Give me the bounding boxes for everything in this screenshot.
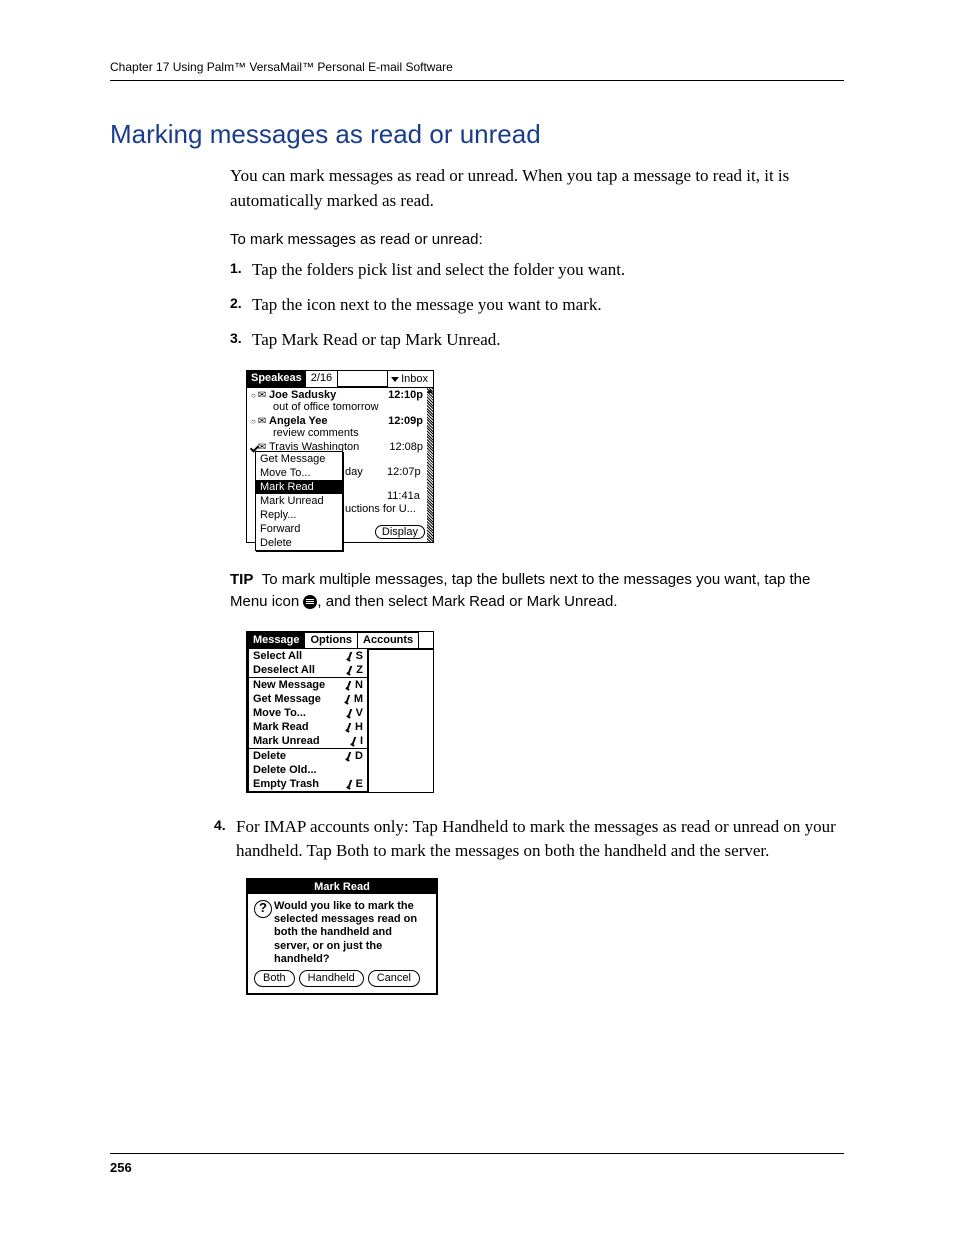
step-4: 4. For IMAP accounts only: Tap Handheld … xyxy=(214,815,844,864)
running-header: Chapter 17 Using Palm™ VersaMail™ Person… xyxy=(110,60,844,81)
folder-picklist[interactable]: Inbox xyxy=(387,371,433,387)
step-1: 1. Tap the folders pick list and select … xyxy=(230,258,844,283)
step-3: 3. Tap Mark Read or tap Mark Unread. xyxy=(230,328,844,353)
procedure-heading: To mark messages as read or unread: xyxy=(230,231,844,248)
menu-item-new-message[interactable]: New MessageN xyxy=(249,678,367,692)
message-subject: uctions for U... xyxy=(345,503,416,515)
message-time: 12:07p xyxy=(387,466,421,478)
menu-item-delete-old[interactable]: Delete Old... xyxy=(249,763,367,777)
tip-label: TIP xyxy=(230,571,253,588)
menu-item-get-message[interactable]: Get Message xyxy=(256,452,342,466)
message-subject: out of office tomorrow xyxy=(251,401,429,413)
stroke-icon xyxy=(347,708,355,718)
stroke-icon xyxy=(346,680,354,690)
menu-item-select-all[interactable]: Select AllS xyxy=(249,649,367,663)
menu-item-delete[interactable]: Delete xyxy=(256,536,342,550)
message-time: 11:41a xyxy=(387,490,420,502)
tab-message[interactable]: Message xyxy=(247,632,305,648)
message-time: day xyxy=(345,466,363,478)
handheld-button[interactable]: Handheld xyxy=(299,970,364,987)
folder-label: Inbox xyxy=(401,373,428,385)
menu-item-get-message[interactable]: Get MessageM xyxy=(249,692,367,706)
screenshot-menu: Message Options Accounts Select AllS Des… xyxy=(246,631,434,793)
message-time: 12:08p xyxy=(389,441,429,453)
tip-text-after: , and then select Mark Read or Mark Unre… xyxy=(317,593,617,610)
menu-icon xyxy=(303,595,317,609)
menubar: Message Options Accounts xyxy=(247,632,433,650)
message-from: Joe Sadusky xyxy=(269,389,388,401)
stroke-icon xyxy=(345,694,353,704)
step-text: Tap Mark Read or tap Mark Unread. xyxy=(252,328,844,353)
page-number: 256 xyxy=(110,1153,844,1175)
step-text: Tap the folders pick list and select the… xyxy=(252,258,844,283)
menu-item-reply[interactable]: Reply... xyxy=(256,508,342,522)
chevron-down-icon xyxy=(391,377,399,382)
cancel-button[interactable]: Cancel xyxy=(368,970,420,987)
screenshot-dialog: Mark Read Would you like to mark the sel… xyxy=(246,878,438,995)
menu-item-delete[interactable]: DeleteD xyxy=(249,749,367,763)
step-text: Tap the icon next to the message you wan… xyxy=(252,293,844,318)
message-time: 12:10p xyxy=(388,389,429,401)
both-button[interactable]: Both xyxy=(254,970,295,987)
message-row[interactable]: ○ ✉ Angela Yee 12:09p review comments xyxy=(247,414,433,440)
stroke-icon xyxy=(346,722,354,732)
message-subject: review comments xyxy=(251,427,429,439)
context-menu: Get Message Move To... Mark Read Mark Un… xyxy=(255,451,343,551)
stroke-icon xyxy=(347,779,355,789)
dialog-title: Mark Read xyxy=(248,880,436,894)
step-2: 2. Tap the icon next to the message you … xyxy=(230,293,844,318)
intro-text: You can mark messages as read or unread.… xyxy=(230,164,844,213)
menu-item-move-to[interactable]: Move To...V xyxy=(249,706,367,720)
stroke-icon xyxy=(351,736,359,746)
menu-item-mark-unread[interactable]: Mark UnreadI xyxy=(249,734,367,748)
stroke-icon xyxy=(347,651,355,661)
step-number: 4. xyxy=(214,815,236,864)
menu-item-empty-trash[interactable]: Empty TrashE xyxy=(249,777,367,791)
message-from: Angela Yee xyxy=(269,415,388,427)
envelope-icon[interactable]: ✉ xyxy=(255,416,269,427)
menu-item-mark-read[interactable]: Mark ReadH xyxy=(249,720,367,734)
message-row[interactable]: ○ ✉ Joe Sadusky 12:10p out of office tom… xyxy=(247,388,433,414)
menu-item-move-to[interactable]: Move To... xyxy=(256,466,342,480)
step-number: 3. xyxy=(230,328,252,353)
tip-block: TIP To mark multiple messages, tap the b… xyxy=(230,569,844,613)
dialog-body: Would you like to mark the selected mess… xyxy=(274,900,430,966)
tab-options[interactable]: Options xyxy=(305,632,358,648)
header-date: 2/16 xyxy=(306,371,338,387)
stroke-icon xyxy=(346,751,354,761)
step-text: For IMAP accounts only: Tap Handheld to … xyxy=(236,815,844,864)
stroke-icon xyxy=(347,665,355,675)
menu-item-mark-unread[interactable]: Mark Unread xyxy=(256,494,342,508)
step-number: 1. xyxy=(230,258,252,283)
message-time: 12:09p xyxy=(388,415,429,427)
menu-item-mark-read[interactable]: Mark Read xyxy=(256,480,342,494)
message-menu-dropdown: Select AllS Deselect AllZ New MessageN G… xyxy=(247,649,369,793)
screenshot-inbox: Speakeas 2/16 Inbox ○ ✉ Joe Sadusky 12:1… xyxy=(246,370,434,543)
menu-item-forward[interactable]: Forward xyxy=(256,522,342,536)
display-button[interactable]: Display xyxy=(375,525,425,539)
envelope-icon[interactable]: ✉ xyxy=(255,390,269,401)
question-icon xyxy=(254,900,272,918)
step-number: 2. xyxy=(230,293,252,318)
menu-item-deselect-all[interactable]: Deselect AllZ xyxy=(249,663,367,677)
section-title: Marking messages as read or unread xyxy=(110,119,844,150)
tab-accounts[interactable]: Accounts xyxy=(358,632,419,648)
account-label[interactable]: Speakeas xyxy=(247,371,306,387)
